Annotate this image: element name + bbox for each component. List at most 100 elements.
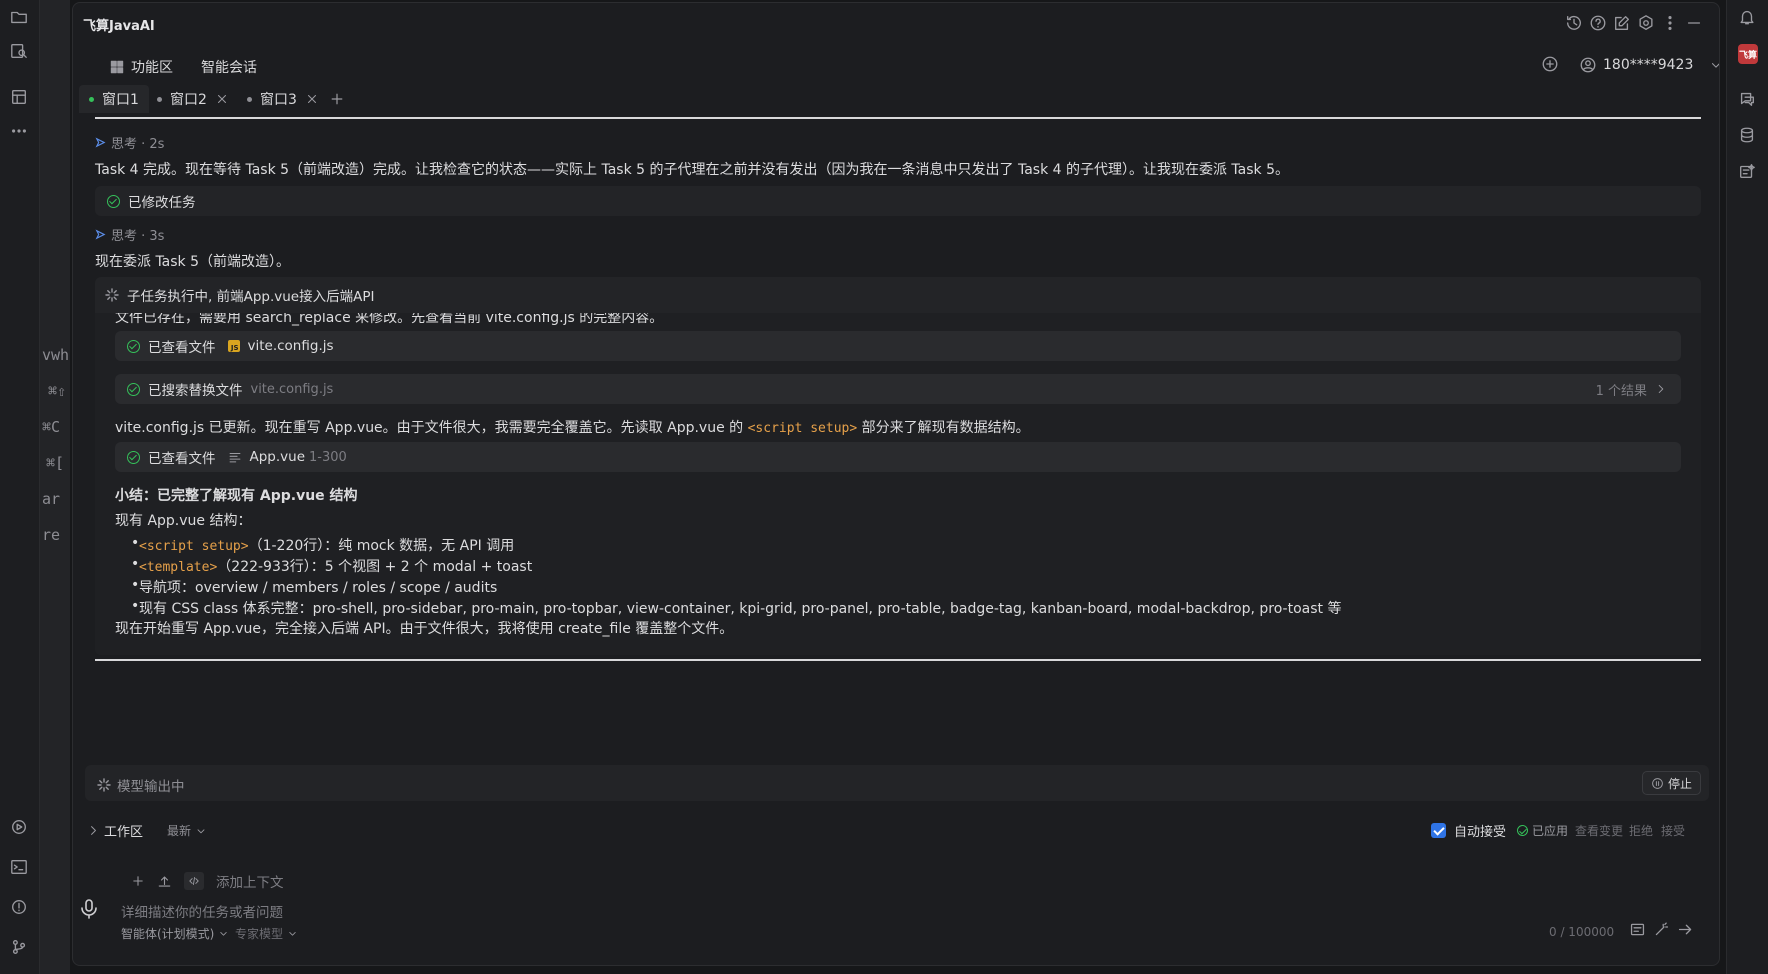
reject-button[interactable]: 拒绝	[1629, 822, 1653, 839]
check-icon	[127, 450, 140, 464]
add-context-button[interactable]: 添加上下文	[216, 871, 284, 891]
window-tabs: 窗口1 窗口2 窗口3	[73, 85, 1719, 113]
search-files-icon[interactable]	[10, 42, 30, 62]
run-icon[interactable]	[10, 818, 30, 838]
edit-icon[interactable]	[1613, 14, 1631, 32]
plus-circle-icon	[1542, 56, 1558, 72]
search-replace-file: vite.config.js	[250, 381, 334, 397]
magic-wand-icon[interactable]	[1653, 921, 1670, 938]
viewed-file-name: App.vue	[249, 449, 306, 465]
editor-fragment: ⌘C	[42, 418, 61, 436]
view-changes-button[interactable]: 查看变更	[1575, 822, 1623, 839]
chevron-down-icon	[197, 828, 205, 833]
chat-input-area: 添加上下文 详细描述你的任务或者问题 智能体(计划模式) 专家模型 0 / 10…	[73, 855, 1719, 965]
applied-label: 已应用	[1532, 824, 1569, 838]
agent-mode-label: 智能体(计划模式)	[121, 927, 215, 941]
tab-window-3[interactable]: 窗口3	[237, 85, 329, 113]
upload-icon[interactable]	[157, 874, 172, 889]
database-icon[interactable]	[1738, 126, 1758, 146]
feature-area-button[interactable]: 功能区	[109, 57, 173, 77]
terminal-icon[interactable]	[10, 858, 30, 878]
user-menu[interactable]: 180****9423	[1579, 56, 1719, 74]
right-tool-bar: 飞算	[1726, 0, 1768, 974]
model-output-status: 模型输出中	[97, 775, 185, 795]
user-icon	[1580, 57, 1596, 73]
section-divider	[95, 659, 1701, 661]
thinking-label: 思考 · 2s	[111, 137, 165, 152]
search-replace-card[interactable]: 已搜索替换文件 vite.config.js 1 个结果	[115, 374, 1681, 404]
list-item: <template>（222-933行）：5 个视图 + 2 个 modal +…	[131, 556, 532, 576]
task-modified-card[interactable]: 已修改任务	[95, 186, 1701, 216]
task-input[interactable]: 详细描述你的任务或者问题	[121, 901, 283, 921]
subtask-title: 子任务执行中, 前端App.vue接入后端API	[127, 289, 375, 305]
minimize-icon[interactable]	[1685, 14, 1703, 32]
assistant-message: Task 4 完成。现在等待 Task 5（前端改造）完成。让我检查它的状态——…	[95, 162, 1290, 178]
text-file-icon	[229, 452, 240, 463]
js-file-icon: JS	[227, 340, 240, 352]
close-tab-icon[interactable]	[305, 92, 319, 106]
format-icon[interactable]	[1629, 921, 1646, 938]
viewed-file-card[interactable]: 已查看文件 JS vite.config.js	[115, 331, 1681, 361]
subtask-body[interactable]: 文件已存在，需要用 search_replace 来修改。先查看当前 vite.…	[95, 313, 1701, 655]
agent-mode-dropdown[interactable]: 智能体(计划模式)	[121, 925, 229, 942]
viewed-file-name: vite.config.js	[247, 338, 334, 354]
smart-chat-button[interactable]: 智能会话	[201, 57, 257, 77]
structure-icon[interactable]	[10, 88, 30, 108]
status-text: 模型输出中	[117, 779, 185, 795]
microphone-icon[interactable]	[77, 897, 101, 921]
workspace-toggle[interactable]: 工作区	[87, 821, 143, 840]
model-dropdown[interactable]: 专家模型	[235, 925, 298, 942]
feisuan-logo-button[interactable]: 飞算	[1738, 44, 1758, 64]
accept-button[interactable]: 接受	[1661, 822, 1685, 839]
tab-status-dot	[89, 96, 94, 102]
git-branch-icon[interactable]	[10, 938, 30, 958]
settings-icon[interactable]	[1637, 14, 1655, 32]
tab-window-2[interactable]: 窗口2	[147, 85, 239, 113]
viewed-file-card[interactable]: 已查看文件 App.vue 1-300	[115, 442, 1681, 472]
thinking-label: 思考 · 3s	[111, 229, 165, 244]
problems-icon[interactable]	[10, 898, 30, 918]
editor-strip: vwh ⌘⇧ ⌘C ⌘[ ar re t	[40, 0, 70, 974]
section-divider	[95, 117, 1701, 119]
thinking-indicator[interactable]: 思考 · 2s	[95, 133, 164, 152]
send-icon[interactable]	[1677, 921, 1694, 938]
new-chat-button[interactable]	[1541, 55, 1559, 73]
auto-accept-checkbox[interactable]: 自动接受	[1431, 821, 1506, 840]
checkbox-checked[interactable]	[1431, 823, 1446, 838]
chat-scroll-area[interactable]: 思考 · 2s Task 4 完成。现在等待 Task 5（前端改造）完成。让我…	[73, 113, 1719, 763]
search-replace-result[interactable]: 1 个结果	[1596, 380, 1667, 399]
folder-icon[interactable]	[10, 8, 30, 28]
more-icon[interactable]	[10, 122, 30, 142]
help-icon[interactable]	[1589, 14, 1607, 32]
code-context-icon[interactable]	[184, 872, 204, 890]
feature-area-label: 功能区	[131, 60, 173, 76]
subtask-header[interactable]: 子任务执行中, 前端App.vue接入后端API	[105, 285, 374, 305]
auto-accept-label: 自动接受	[1454, 825, 1507, 840]
history-icon[interactable]	[1565, 14, 1583, 32]
stop-button[interactable]: 停止	[1641, 771, 1701, 795]
add-tab-button[interactable]	[319, 85, 355, 113]
latest-dropdown[interactable]: 最新	[167, 822, 207, 839]
spinner-icon	[105, 288, 119, 302]
ai-assistant-icon[interactable]	[1738, 162, 1758, 182]
list-item: 现有 CSS class 体系完整：pro-shell, pro-sidebar…	[131, 598, 1342, 618]
thinking-indicator[interactable]: 思考 · 3s	[95, 225, 164, 244]
ai-chat-icon[interactable]	[1738, 90, 1758, 110]
close-tab-icon[interactable]	[215, 92, 229, 106]
smart-chat-label: 智能会话	[201, 60, 257, 76]
subtask-clipped-line: 文件已存在，需要用 search_replace 来修改。先查看当前 vite.…	[115, 313, 664, 326]
editor-fragment: vwh	[42, 346, 70, 364]
more-vertical-icon[interactable]	[1661, 14, 1679, 32]
list-item-text: 现有 CSS class 体系完整：pro-shell, pro-sidebar…	[139, 601, 1342, 617]
tab-label: 窗口2	[170, 92, 207, 108]
tab-status-dot	[247, 96, 252, 102]
editor-fragment: re t	[42, 526, 70, 544]
plus-icon[interactable]	[131, 874, 145, 888]
grid-icon	[110, 60, 124, 74]
msg3-pre: vite.config.js 已更新。现在重写 App.vue。由于文件很大，我…	[115, 420, 744, 436]
notification-bell-icon[interactable]	[1738, 8, 1758, 28]
chevron-right-icon	[1658, 384, 1664, 394]
tab-window-1[interactable]: 窗口1	[79, 85, 149, 113]
summary-title: 小结：已完整了解现有 App.vue 结构	[115, 488, 358, 504]
chevron-down-icon	[220, 931, 228, 936]
